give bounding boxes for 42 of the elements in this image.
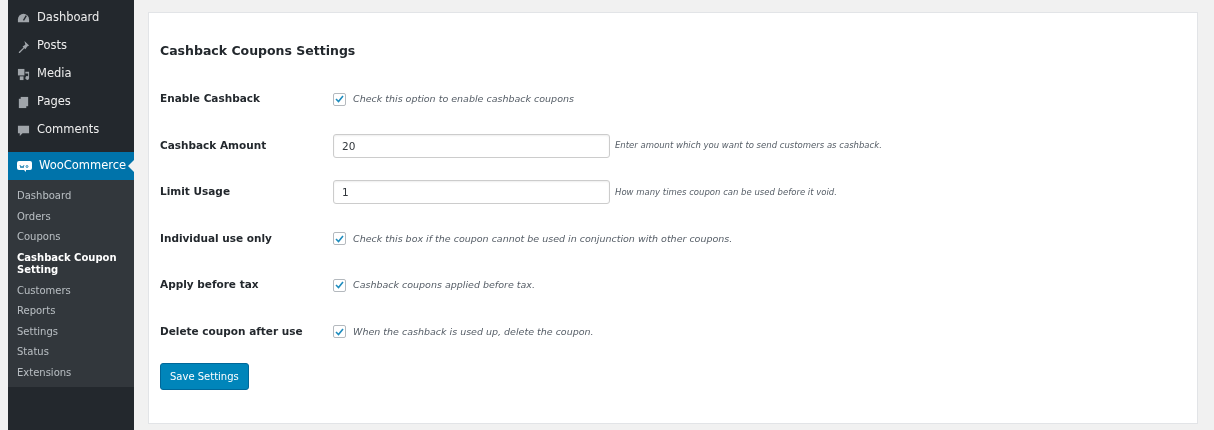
checkbox[interactable] bbox=[333, 278, 346, 292]
menu-item[interactable]: Comments bbox=[8, 116, 134, 144]
field-label: Enable Cashback bbox=[160, 91, 261, 107]
section-title: Cashback Coupons Settings bbox=[160, 43, 357, 58]
logo-icon bbox=[17, 160, 32, 172]
submenu-item[interactable]: Status bbox=[8, 342, 134, 363]
submenu-item[interactable]: Dashboard bbox=[8, 186, 134, 207]
menu-item[interactable]: Media bbox=[8, 60, 134, 88]
comment-icon bbox=[17, 123, 30, 137]
submenu-item[interactable]: Reports bbox=[8, 301, 134, 322]
checkbox[interactable] bbox=[333, 325, 346, 339]
menu-pointer bbox=[128, 160, 134, 172]
submenu-item[interactable]: Coupons bbox=[8, 227, 134, 248]
submenu-item[interactable]: Orders bbox=[8, 206, 134, 227]
field-label: Limit Usage bbox=[160, 184, 231, 200]
save-button[interactable]: Save Settings bbox=[160, 363, 249, 390]
field-label: Apply before tax bbox=[160, 277, 260, 293]
checkbox-description: Cashback coupons applied before tax. bbox=[353, 278, 535, 293]
menu-item[interactable]: WooCommerce bbox=[8, 152, 134, 180]
field-label: Cashback Amount bbox=[160, 137, 268, 153]
checkbox[interactable] bbox=[333, 92, 346, 106]
submenu-item[interactable]: Extensions bbox=[8, 362, 134, 383]
checkbox-description: Check this option to enable cashback coupons bbox=[353, 92, 574, 107]
media-icon bbox=[17, 67, 30, 81]
menu-item[interactable]: Dashboard bbox=[8, 4, 134, 32]
pages-icon bbox=[17, 95, 30, 109]
pin-icon bbox=[17, 39, 30, 53]
submenu-item[interactable]: Settings bbox=[8, 321, 134, 342]
submenu-item[interactable]: Customers bbox=[8, 280, 134, 301]
menu-item[interactable]: Pages bbox=[8, 88, 134, 116]
checkbox-description: Check this box if the coupon cannot be used in conjunction with other coupons. bbox=[353, 231, 733, 246]
checkbox[interactable] bbox=[333, 232, 346, 246]
field-label: Individual use only bbox=[160, 230, 273, 246]
checkbox-description: When the cashback is used up, delete the coupon. bbox=[353, 324, 594, 339]
field-description: Enter amount which you want to send customers as cashback. bbox=[615, 139, 882, 153]
submenu-item[interactable]: Cashback Coupon Setting bbox=[8, 247, 134, 281]
text-field[interactable]: 1 bbox=[333, 180, 610, 205]
field-label: Delete coupon after use bbox=[160, 323, 304, 339]
menu-item[interactable]: Posts bbox=[8, 32, 134, 60]
gauge-icon bbox=[17, 11, 30, 25]
text-field[interactable]: 20 bbox=[333, 133, 610, 158]
field-description: How many times coupon can be used before it void. bbox=[615, 185, 837, 199]
